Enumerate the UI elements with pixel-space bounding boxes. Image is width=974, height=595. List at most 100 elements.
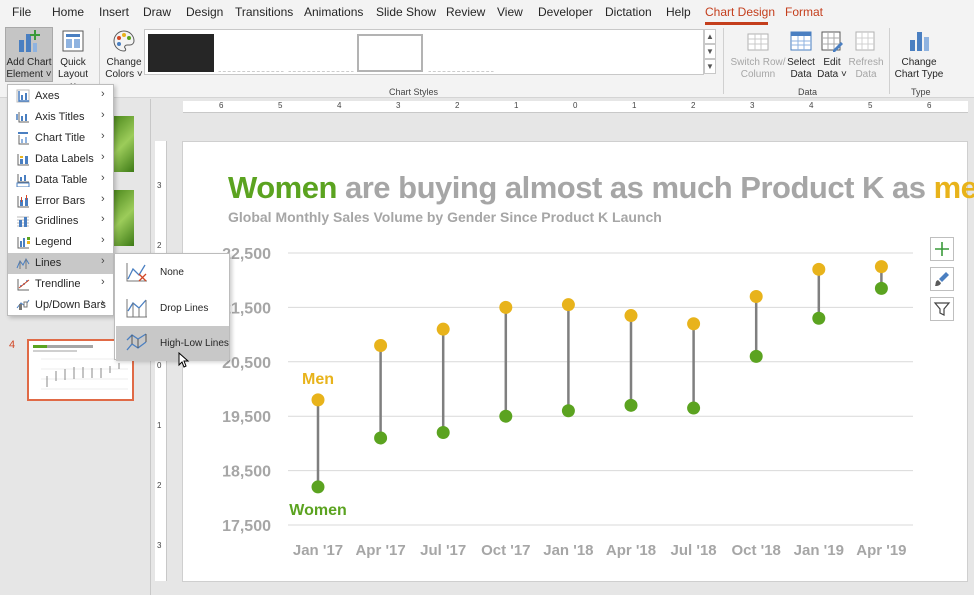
dot-plot-chart[interactable]: 22,50021,50020,50019,50018,50017,500Jan …: [183, 142, 969, 583]
men-data-point: [624, 309, 638, 323]
tab-insert[interactable]: Insert: [99, 5, 129, 19]
tab-file[interactable]: File: [12, 5, 31, 19]
menu-item-trendline[interactable]: Trendline ›: [8, 274, 113, 295]
slide-thumbnail-partial[interactable]: [114, 116, 134, 172]
chart-filters-side-button[interactable]: [930, 297, 954, 321]
ruler-tick-label: 6: [219, 101, 224, 110]
chart-style-1[interactable]: [148, 34, 214, 72]
chart-style-2[interactable]: [218, 34, 284, 72]
chevron-right-icon: ›: [101, 171, 105, 184]
menu-item-label: Chart Title: [35, 131, 86, 144]
tab-home[interactable]: Home: [52, 5, 84, 19]
data-table-icon: [16, 173, 30, 187]
gallery-more-button[interactable]: ▼: [704, 59, 716, 74]
gallery-scroll-up[interactable]: ▲: [704, 29, 716, 44]
x-tick-label: Apr '17: [355, 542, 405, 559]
tab-design[interactable]: Design: [186, 5, 223, 19]
menu-item-up-down-bars[interactable]: Up/Down Bars ›: [8, 295, 113, 316]
menu-item-legend[interactable]: Legend ›: [8, 232, 113, 253]
tab-chart-design[interactable]: Chart Design: [705, 5, 775, 19]
men-data-point: [561, 298, 575, 312]
add-chart-element-button[interactable]: Add Chart Element ˅: [5, 27, 53, 82]
women-data-point: [374, 431, 388, 445]
menu-item-lines[interactable]: Lines ›: [8, 253, 113, 275]
edit-data-button[interactable]: Edit Data ˅: [817, 28, 847, 83]
menu-item-chart-title[interactable]: Chart Title ›: [8, 128, 113, 149]
menu-item-error-bars[interactable]: Error Bars ›: [8, 191, 113, 212]
gridlines-icon: [17, 216, 29, 228]
women-data-point: [874, 281, 888, 295]
tab-developer[interactable]: Developer: [538, 5, 593, 19]
tab-help[interactable]: Help: [666, 5, 691, 19]
chevron-right-icon: ›: [101, 88, 105, 100]
women-data-point: [624, 398, 638, 412]
plus-icon: [935, 242, 949, 256]
chevron-right-icon: ›: [101, 150, 105, 163]
change-chart-type-button[interactable]: Change Chart Type: [894, 28, 944, 83]
menu-item-label: Error Bars: [35, 194, 86, 207]
tab-review[interactable]: Review: [446, 5, 485, 19]
women-data-point: [812, 311, 826, 325]
refresh-data-button[interactable]: Refresh Data: [848, 28, 884, 83]
slide-thumbnail-partial[interactable]: [114, 190, 134, 246]
menu-item-data-table[interactable]: Data Table ›: [8, 170, 113, 191]
type-group-label: Type: [911, 87, 931, 97]
chevron-right-icon: ›: [101, 213, 105, 226]
quick-layout-button[interactable]: Quick Layout ˅: [54, 28, 92, 92]
submenu-item-label: High-Low Lines: [160, 338, 229, 349]
menu-item-label: Data Table: [35, 173, 88, 186]
chart-style-4[interactable]: [357, 34, 423, 72]
select-data-button[interactable]: Select Data: [787, 28, 815, 83]
palette-icon: [113, 30, 135, 52]
menu-item-label: Up/Down Bars: [35, 299, 106, 311]
menu-item-gridlines[interactable]: Gridlines ›: [8, 211, 113, 232]
women-data-point: [436, 426, 450, 440]
menu-item-label: Lines: [35, 257, 62, 270]
menu-item-data-labels[interactable]: Data Labels ›: [8, 149, 113, 170]
chart-styles-side-button[interactable]: [930, 267, 954, 291]
tab-format[interactable]: Format: [785, 5, 823, 19]
change-colors-button[interactable]: Change Colors ˅: [104, 28, 144, 83]
slide-canvas[interactable]: Women are buying almost as much Product …: [182, 141, 974, 583]
ruler-tick-label: 0: [157, 361, 162, 370]
tab-animations[interactable]: Animations: [304, 5, 363, 19]
women-series-label: Women: [289, 502, 346, 519]
men-data-point: [874, 260, 888, 274]
active-tab-indicator: [705, 22, 768, 25]
tab-transitions[interactable]: Transitions: [235, 5, 293, 19]
tab-dictation[interactable]: Dictation: [605, 5, 652, 19]
women-data-point: [749, 349, 763, 363]
tab-view[interactable]: View: [497, 5, 523, 19]
chevron-right-icon: ›: [101, 297, 105, 309]
ruler-tick-label: 2: [691, 101, 696, 110]
none-lines-icon: [126, 263, 147, 282]
drop-lines-icon: [126, 298, 147, 317]
menu-item-label: Axis Titles: [35, 110, 85, 123]
submenu-item-label: None: [160, 267, 184, 278]
chart-style-3[interactable]: [288, 34, 354, 72]
chart-styles-group-label: Chart Styles: [389, 87, 439, 97]
high-low-lines-icon: [126, 333, 147, 351]
women-data-point: [687, 401, 701, 415]
gallery-scroll-down[interactable]: ▼: [704, 44, 716, 59]
chart-styles-gallery: [144, 29, 704, 75]
add-chart-element-menu: Axes › Axis Titles › Chart Title › Data Labels…: [7, 84, 114, 316]
women-data-point: [311, 480, 325, 494]
menu-item-label: Data Labels: [35, 152, 94, 165]
submenu-item-none[interactable]: None: [116, 255, 229, 290]
mouse-cursor-icon: [178, 352, 190, 368]
submenu-item-high-low-lines[interactable]: High-Low Lines: [116, 326, 229, 361]
axes-icon: [16, 89, 30, 103]
menu-item-label: Legend: [35, 236, 72, 249]
tab-slide-show[interactable]: Slide Show: [376, 5, 436, 19]
menu-item-axes[interactable]: Axes ›: [8, 86, 113, 107]
chart-elements-side-button[interactable]: [930, 237, 954, 261]
chart-style-5[interactable]: [428, 34, 494, 72]
menu-item-label: Trendline: [35, 278, 81, 291]
switch-row-column-button[interactable]: Switch Row/ Column: [729, 28, 787, 83]
ruler-tick-label: 3: [396, 101, 401, 110]
submenu-item-drop-lines[interactable]: Drop Lines: [116, 291, 229, 326]
tab-draw[interactable]: Draw: [143, 5, 171, 19]
menu-item-axis-titles[interactable]: Axis Titles ›: [8, 107, 113, 128]
change-chart-type-icon: [910, 32, 929, 51]
